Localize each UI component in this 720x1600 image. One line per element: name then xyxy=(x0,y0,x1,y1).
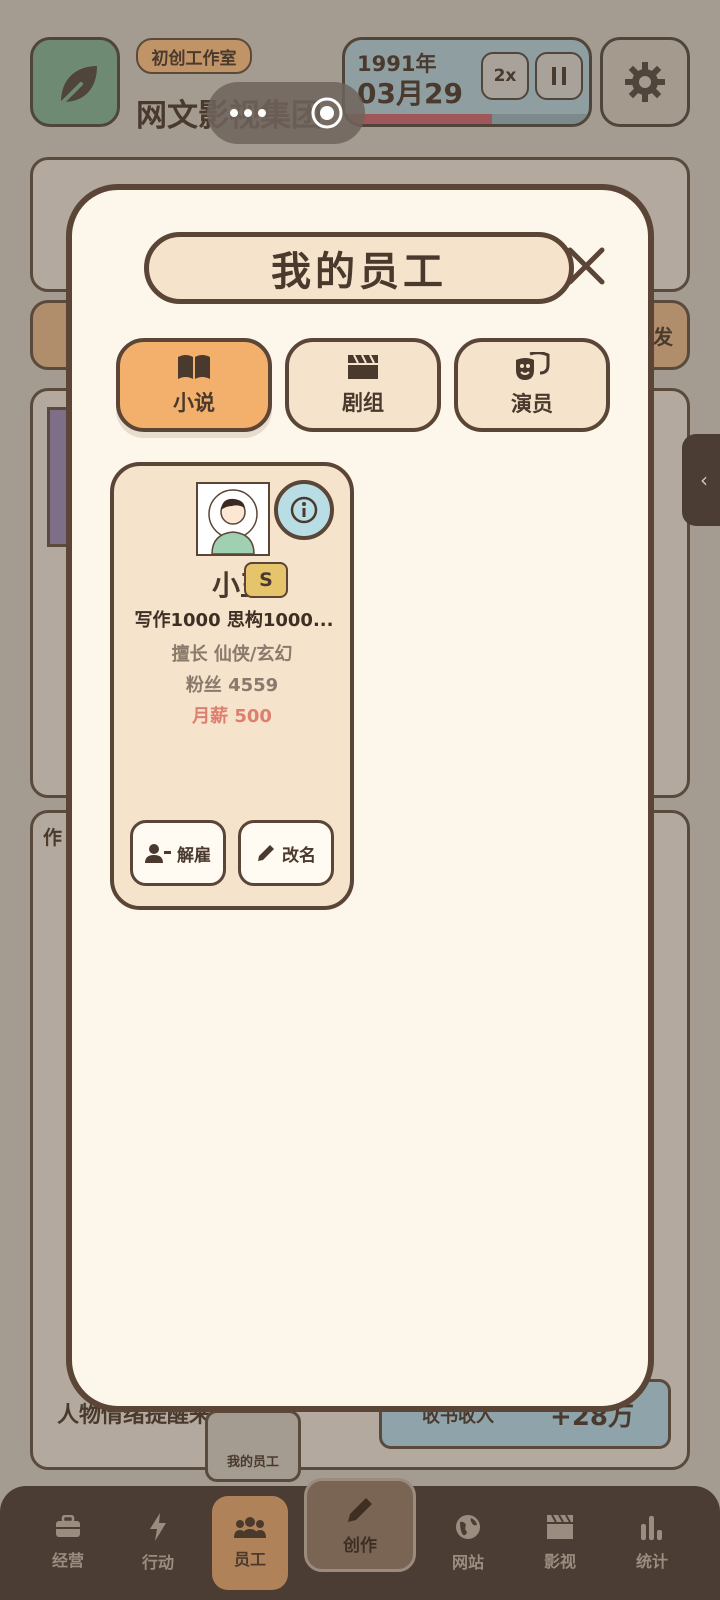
rename-label: 改名 xyxy=(282,845,316,866)
bg-my-staff-label: 我的员工 xyxy=(226,1455,279,1470)
people-icon xyxy=(234,1517,266,1538)
fire-button[interactable]: 解雇 xyxy=(130,820,226,886)
nav-item-business[interactable]: 经营 xyxy=(28,1486,108,1600)
employee-card: 小王 S 写作1000 思构1000... 擅长 仙侠/玄幻 粉丝 4559 月… xyxy=(110,462,354,910)
bg-section-initial: 作 xyxy=(43,827,63,849)
modal-title: 我的员工 xyxy=(144,232,574,304)
pause-button[interactable] xyxy=(535,52,583,100)
nav-item-film[interactable]: 影视 xyxy=(520,1486,600,1600)
person-avatar-icon xyxy=(208,489,258,555)
more-dots-icon xyxy=(229,109,266,117)
close-target-icon xyxy=(311,97,342,129)
nav-label: 员工 xyxy=(233,1550,266,1569)
bar-chart-icon xyxy=(641,1516,662,1540)
side-drawer-tab[interactable]: ‹ xyxy=(682,434,720,526)
grade-badge: S xyxy=(244,562,288,598)
nav-label: 创作 xyxy=(343,1535,377,1556)
avatar xyxy=(196,482,270,556)
employee-salary: 月薪 500 xyxy=(192,706,272,727)
settings-button[interactable] xyxy=(600,37,690,127)
bg-my-staff-shortcut: 我的员工 xyxy=(205,1410,301,1482)
chevron-left-icon: ‹ xyxy=(700,468,708,492)
film-icon xyxy=(547,1514,573,1539)
info-button[interactable] xyxy=(274,480,334,540)
clapperboard-icon xyxy=(348,354,378,379)
bg-right-tag: 发 xyxy=(653,325,673,349)
globe-icon xyxy=(456,1515,480,1539)
leaf-icon xyxy=(57,66,97,108)
nav-label: 行动 xyxy=(141,1553,174,1572)
my-staff-modal: 我的员工 小说 剧组 演员 小王 S 写作1000 思构1000... 擅长 仙… xyxy=(66,184,654,1412)
fire-label: 解雇 xyxy=(177,845,211,866)
pencil-icon xyxy=(348,1497,372,1522)
date-panel: 1991年 03月29 2x xyxy=(342,37,592,127)
rename-button[interactable]: 改名 xyxy=(238,820,334,886)
miniprogram-capsule[interactable] xyxy=(207,82,365,144)
date-label: 03月29 xyxy=(357,77,463,110)
tab-label: 剧组 xyxy=(342,391,384,415)
nav-label: 统计 xyxy=(635,1552,668,1571)
nav-item-stats[interactable]: 统计 xyxy=(612,1486,692,1600)
tab-novel[interactable]: 小说 xyxy=(116,338,272,432)
pause-icon xyxy=(552,67,566,85)
nav-label: 经营 xyxy=(51,1551,84,1570)
employee-stats: 写作1000 思构1000... xyxy=(134,610,334,631)
nav-item-staff[interactable]: 员工 xyxy=(212,1496,288,1590)
nav-item-website[interactable]: 网站 xyxy=(428,1486,508,1600)
studio-level-badge: 初创工作室 xyxy=(136,38,252,74)
pencil-icon xyxy=(258,845,274,861)
briefcase-icon xyxy=(56,1515,80,1537)
tab-label: 演员 xyxy=(511,392,553,416)
employee-fans: 粉丝 4559 xyxy=(185,675,279,696)
day-progress-fill xyxy=(345,114,492,124)
theater-masks-icon xyxy=(516,352,550,380)
tab-label: 小说 xyxy=(173,391,215,415)
nav-item-create[interactable]: 创作 xyxy=(304,1478,416,1572)
nav-label: 网站 xyxy=(451,1553,484,1572)
nav-label: 影视 xyxy=(543,1552,576,1571)
employee-specialty: 擅长 仙侠/玄幻 xyxy=(171,644,293,665)
close-button[interactable] xyxy=(558,238,614,294)
open-book-icon xyxy=(178,355,210,379)
lightning-icon xyxy=(150,1513,166,1541)
close-icon xyxy=(567,247,605,285)
day-progress-track xyxy=(345,114,589,124)
leaf-logo-button[interactable] xyxy=(30,37,120,127)
nav-item-action[interactable]: 行动 xyxy=(118,1486,198,1600)
gear-icon xyxy=(625,62,665,102)
user-minus-icon xyxy=(145,844,171,863)
tab-actor[interactable]: 演员 xyxy=(454,338,610,432)
speed-button[interactable]: 2x xyxy=(481,52,529,100)
tab-crew[interactable]: 剧组 xyxy=(285,338,441,432)
info-icon xyxy=(290,496,318,524)
